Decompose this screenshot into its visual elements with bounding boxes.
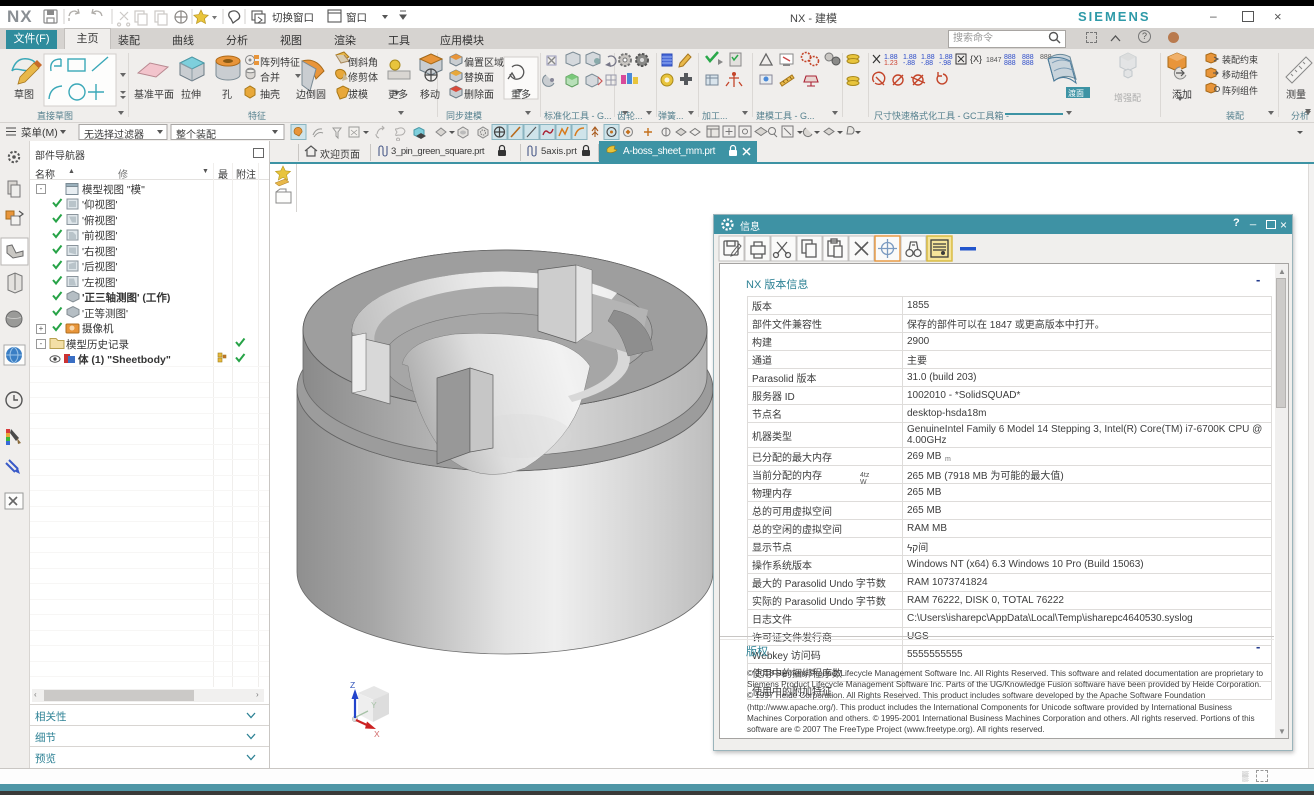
svg-text:Y: Y xyxy=(371,700,377,710)
svg-text:Z: Z xyxy=(350,680,355,690)
svg-text:X: X xyxy=(374,729,380,739)
